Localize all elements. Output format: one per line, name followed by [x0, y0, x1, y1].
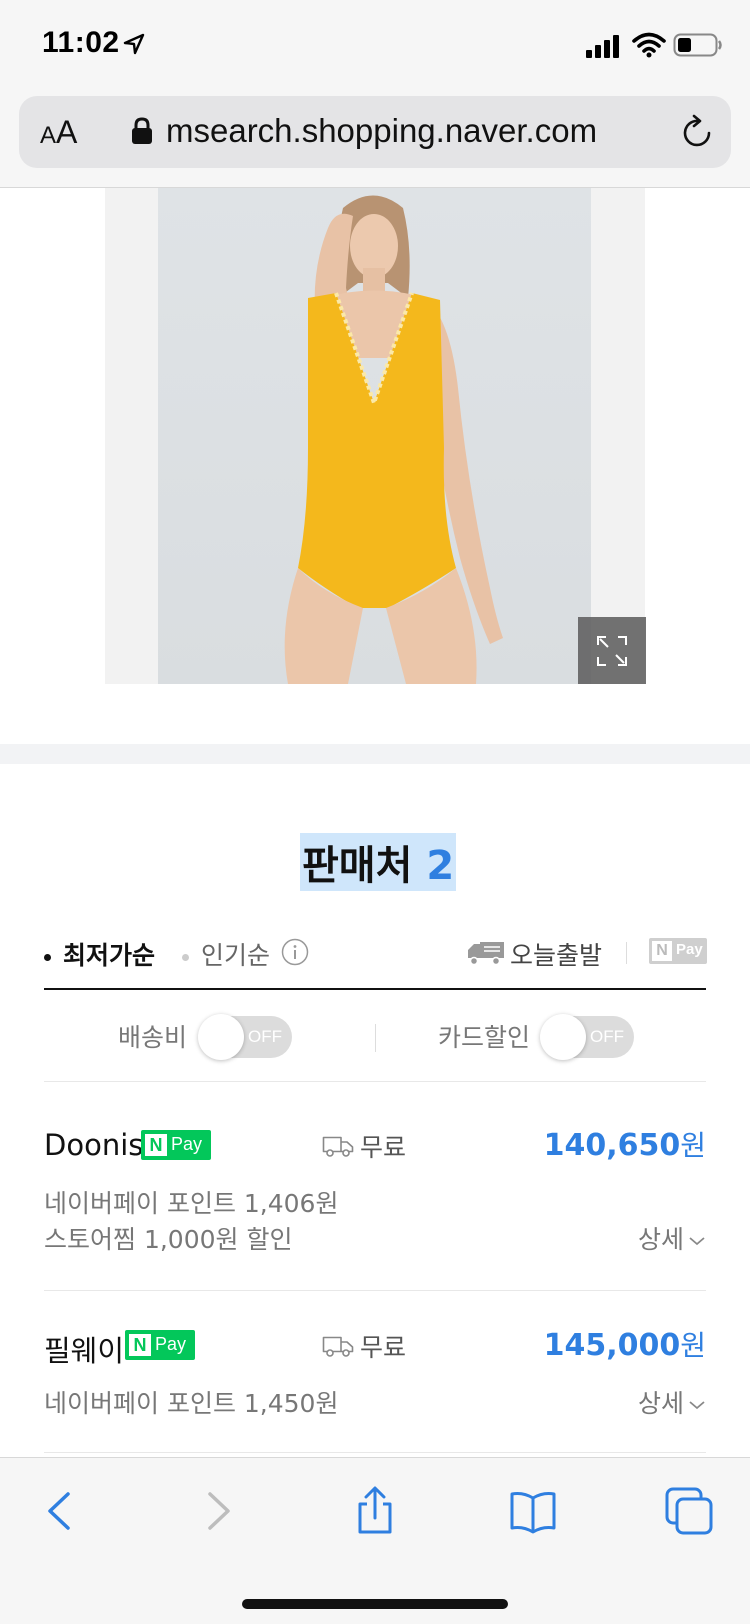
today-shipping-filter[interactable]: 오늘출발 — [510, 936, 602, 972]
filter-toggles: 배송비 OFF 카드할인 OFF — [44, 992, 706, 1082]
toggle-divider — [375, 1024, 376, 1052]
seller-name[interactable]: 필웨이 — [44, 1328, 124, 1370]
product-photo — [158, 188, 591, 684]
price-unit: 원 — [680, 1329, 706, 1362]
wifi-icon — [632, 32, 666, 58]
status-time: 11:02 — [42, 26, 120, 59]
expand-icon — [597, 636, 627, 666]
npay-n-label: N — [145, 1134, 167, 1156]
bookmarks-icon[interactable] — [508, 1486, 558, 1536]
share-icon[interactable] — [350, 1486, 400, 1536]
active-dot-icon — [44, 953, 51, 961]
inactive-dot-icon — [182, 953, 189, 961]
price[interactable]: 140,650원 — [544, 1124, 706, 1164]
sort-lowest-price-label: 최저가순 — [63, 941, 156, 970]
price-value: 145,000 — [543, 1328, 681, 1363]
npay-pay-label: Pay — [171, 1134, 203, 1154]
swimsuit-illustration — [284, 195, 503, 684]
battery-icon — [673, 33, 722, 57]
chevron-down-icon — [689, 1237, 705, 1246]
sort-popularity[interactable]: 인기순 — [182, 936, 270, 972]
price[interactable]: 145,000원 — [544, 1324, 706, 1364]
shipping-fee-text: 무료 — [360, 1333, 407, 1362]
card-discount-toggle[interactable]: OFF — [540, 1014, 634, 1060]
text-size-big-label: A — [56, 114, 78, 150]
section-separator — [0, 744, 750, 764]
npay-badge: N Pay — [141, 1130, 211, 1160]
reload-icon[interactable] — [679, 114, 715, 150]
toggle-off-label: OFF — [248, 1027, 282, 1046]
seller-name[interactable]: Doonis — [44, 1128, 143, 1162]
sellers-title-label: 판매처 — [302, 843, 413, 889]
shipping-fee-label: 배송비 — [118, 1023, 188, 1052]
lock-icon — [132, 117, 152, 144]
seller-row[interactable]: Doonis N Pay 무료 140,650원 네이버페이 포인트 1,406… — [44, 1128, 706, 1291]
price-unit: 원 — [680, 1129, 706, 1162]
info-icon[interactable] — [281, 938, 309, 966]
benefit-text: 네이버페이 포인트 1,406원 — [44, 1189, 339, 1218]
sort-lowest-price[interactable]: 최저가순 — [44, 936, 155, 972]
home-indicator — [242, 1599, 508, 1609]
npay-filter[interactable]: N Pay — [649, 938, 707, 964]
cellular-signal-icon — [586, 35, 619, 58]
back-icon[interactable] — [36, 1486, 86, 1536]
sort-popularity-label: 인기순 — [201, 941, 271, 970]
npay-badge: N Pay — [125, 1330, 195, 1360]
tabs-icon[interactable] — [664, 1486, 714, 1536]
text-size-button[interactable]: AA — [40, 114, 77, 151]
toggle-knob — [540, 1014, 586, 1060]
expand-image-button[interactable] — [578, 617, 646, 684]
delivery-truck-icon — [322, 1336, 354, 1357]
sort-bar: 최저가순 인기순 오늘출발 N Pay — [44, 930, 707, 990]
sellers-count: 2 — [426, 843, 455, 889]
benefit-text: 스토어찜 1,000원 할인 — [44, 1225, 293, 1254]
location-arrow-icon — [123, 33, 145, 55]
shipping-fee-text: 무료 — [360, 1133, 407, 1162]
url-text[interactable]: msearch.shopping.naver.com — [166, 112, 597, 150]
npay-n-label: N — [652, 941, 672, 961]
text-size-small-label: A — [40, 122, 57, 149]
benefit-text: 네이버페이 포인트 1,450원 — [44, 1389, 339, 1418]
detail-toggle[interactable]: 상세 — [638, 1384, 706, 1420]
address-bar-container: AA msearch.shopping.naver.com — [0, 90, 750, 188]
shipping-fee-toggle[interactable]: OFF — [198, 1014, 292, 1060]
price-value: 140,650 — [543, 1128, 681, 1163]
toggle-off-label: OFF — [590, 1027, 624, 1046]
toggle-knob — [198, 1014, 244, 1060]
address-bar[interactable]: AA msearch.shopping.naver.com — [19, 96, 731, 168]
status-bar: 11:02 — [0, 0, 750, 90]
detail-toggle[interactable]: 상세 — [638, 1220, 706, 1256]
card-discount-label: 카드할인 — [438, 1023, 531, 1052]
sort-divider — [626, 942, 627, 964]
sellers-title: 판매처 2 — [300, 833, 457, 891]
today-shipping-truck-icon — [468, 942, 504, 966]
npay-n-label: N — [129, 1334, 151, 1356]
detail-label: 상세 — [637, 1225, 684, 1254]
chevron-down-icon — [689, 1401, 705, 1410]
npay-pay-label: Pay — [676, 941, 703, 958]
delivery-truck-icon — [322, 1136, 354, 1157]
seller-row[interactable]: 필웨이 N Pay 무료 145,000원 네이버페이 포인트 1,450원 상… — [44, 1328, 706, 1453]
product-image[interactable] — [105, 188, 645, 684]
detail-label: 상세 — [637, 1389, 684, 1418]
forward-icon[interactable] — [192, 1486, 242, 1536]
npay-pay-label: Pay — [155, 1334, 187, 1354]
